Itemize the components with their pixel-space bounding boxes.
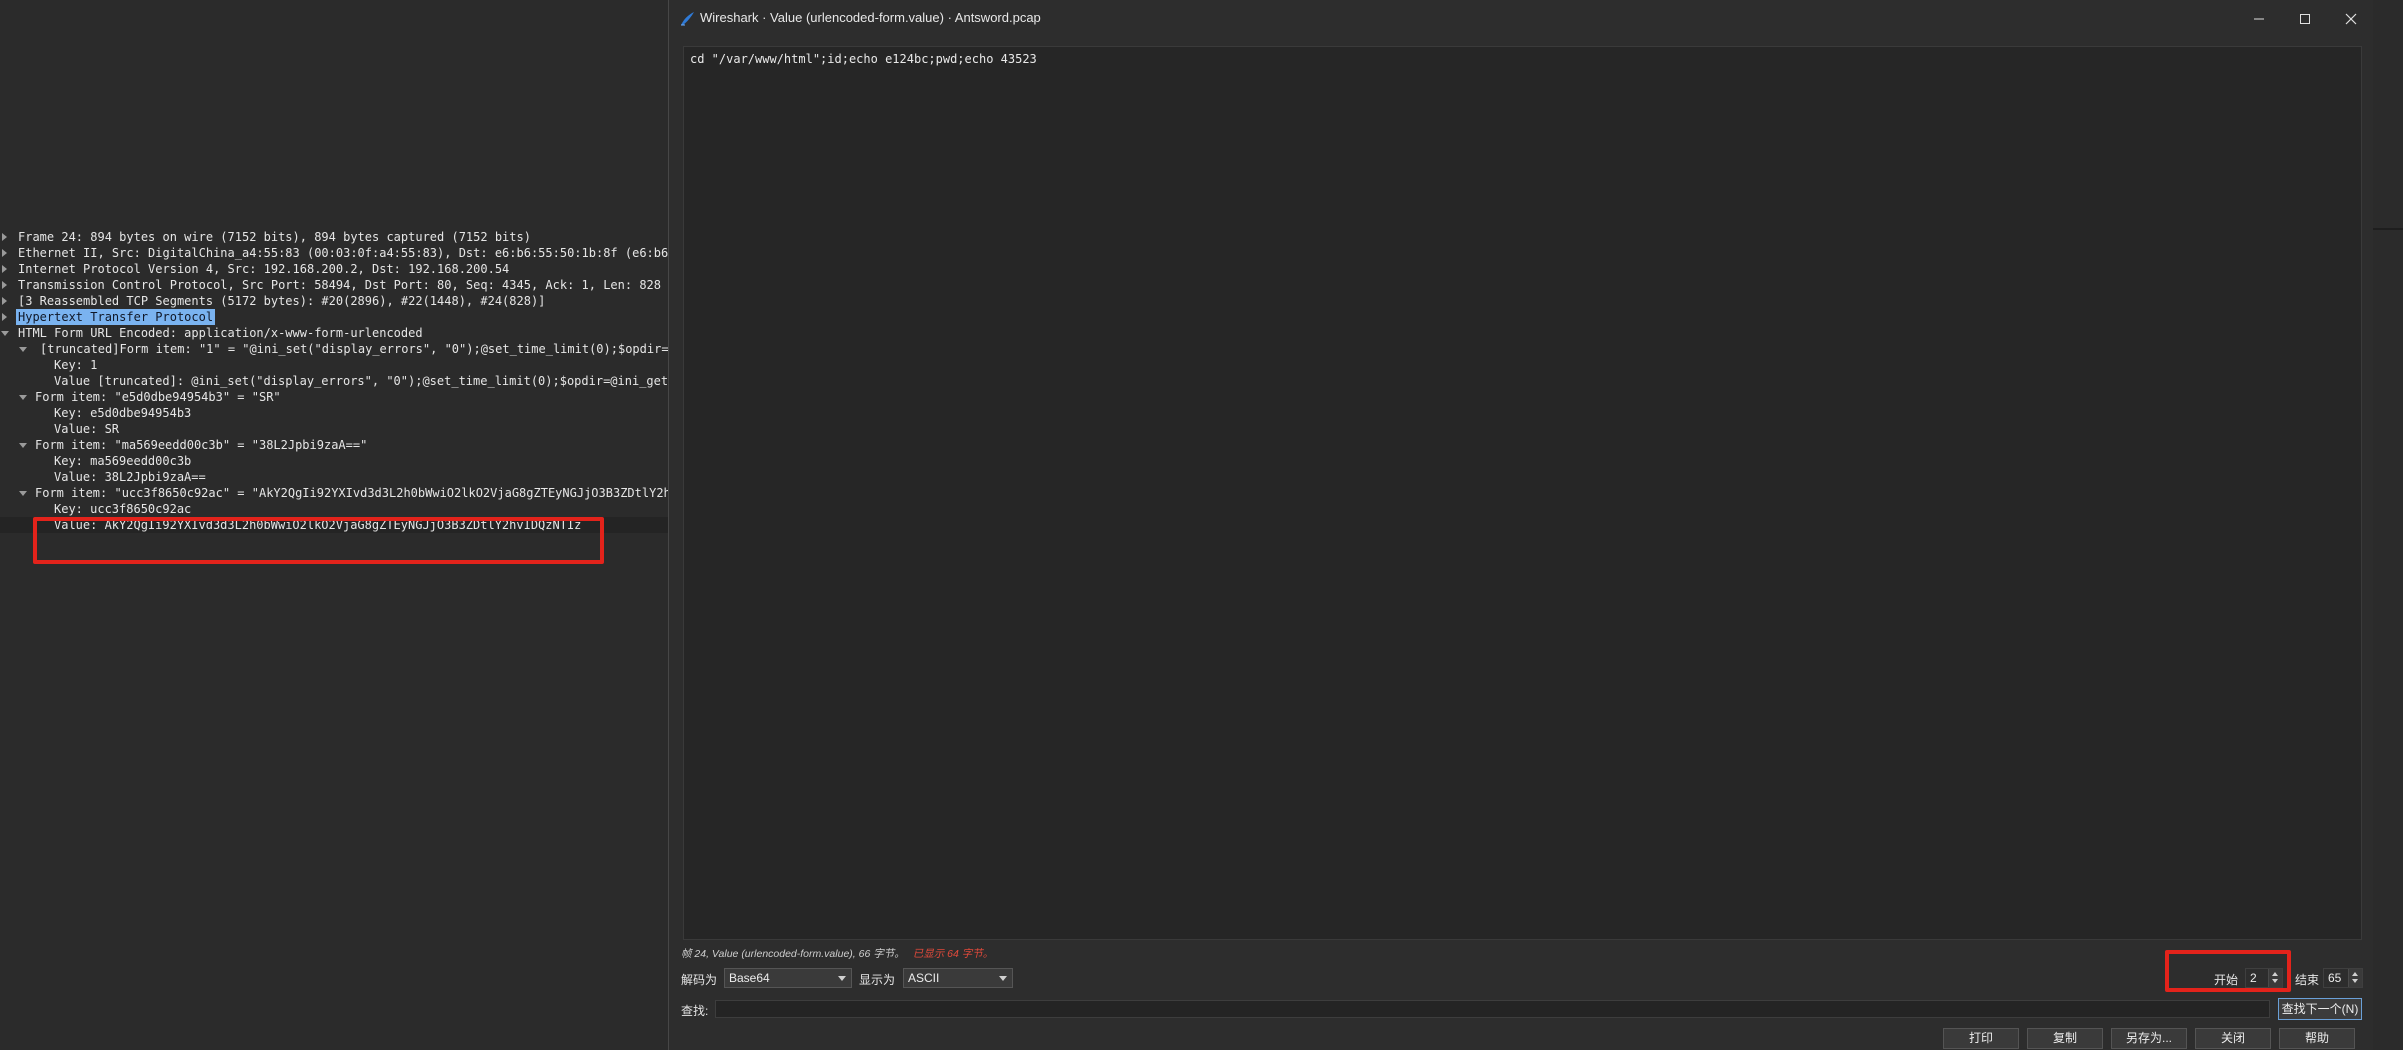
collapse-arrow-icon[interactable] <box>18 341 28 357</box>
spin-arrows-icon[interactable] <box>2348 969 2362 987</box>
tree-row-value[interactable]: Value: 38L2Jpbi9zaA== <box>0 469 668 485</box>
title-bar[interactable]: Wireshark · Value (urlencoded-form.value… <box>669 0 2374 38</box>
background-window-edge <box>2373 0 2403 1050</box>
tree-row-label: Key: e5d0dbe94954b3 <box>54 406 192 420</box>
status-warning: 已显示 64 字节。 <box>912 948 994 960</box>
tree-row-label: [3 Reassembled TCP Segments (5172 bytes)… <box>18 294 546 308</box>
close-button[interactable] <box>2328 0 2374 38</box>
tree-row-label: Ethernet II, Src: DigitalChina_a4:55:83 … <box>18 246 668 260</box>
decode-as-value: Base64 <box>729 971 770 985</box>
tree-row-form-item[interactable]: [truncated]Form item: "1" = "@ini_set("d… <box>0 341 668 357</box>
screen: Frame 24: 894 bytes on wire (7152 bits),… <box>0 0 2403 1050</box>
decode-as-label: 解码为 <box>681 973 718 987</box>
save-as-button[interactable]: 另存为... <box>2111 1028 2187 1049</box>
dialog-title: Wireshark · Value (urlencoded-form.value… <box>700 10 1041 25</box>
show-as-label: 显示为 <box>859 973 896 987</box>
collapse-arrow-icon[interactable] <box>18 389 28 405</box>
maximize-icon <box>2300 14 2310 24</box>
end-spinbox[interactable]: 65 <box>2323 968 2363 988</box>
copy-button[interactable]: 复制 <box>2027 1028 2103 1049</box>
tree-row-label: Value [truncated]: @ini_set("display_err… <box>54 374 668 388</box>
decoded-text-area[interactable]: cd "/var/www/html";id;echo e124bc;pwd;ec… <box>683 46 2362 940</box>
tree-row-label: Form item: "ma569eedd00c3b" = "38L2Jpbi9… <box>35 438 368 452</box>
tree-row-value[interactable]: Value: SR <box>0 421 668 437</box>
end-value: 65 <box>2328 971 2342 985</box>
show-as-value: ASCII <box>908 971 940 985</box>
tree-row-key[interactable]: Key: 1 <box>0 357 668 373</box>
find-input[interactable] <box>715 1000 2270 1018</box>
tree-row-label: HTML Form URL Encoded: application/x-www… <box>18 326 423 340</box>
help-button[interactable]: 帮助 <box>2279 1028 2355 1049</box>
packet-details-tree: Frame 24: 894 bytes on wire (7152 bits),… <box>0 229 668 559</box>
tree-row-label: Key: ma569eedd00c3b <box>54 454 192 468</box>
tree-row-label: Form item: "e5d0dbe94954b3" = "SR" <box>35 390 281 404</box>
tree-row-label: [truncated]Form item: "1" = "@ini_set("d… <box>40 342 668 356</box>
tree-row-label: Internet Protocol Version 4, Src: 192.16… <box>18 262 510 276</box>
highlight-annotation <box>33 517 604 564</box>
tree-row-form-encoded[interactable]: HTML Form URL Encoded: application/x-www… <box>0 325 668 341</box>
tree-row-form-item[interactable]: Form item: "ma569eedd00c3b" = "38L2Jpbi9… <box>0 437 668 453</box>
tree-row-reassembled[interactable]: [3 Reassembled TCP Segments (5172 bytes)… <box>0 293 668 309</box>
tree-row-http[interactable]: Hypertext Transfer Protocol <box>0 309 668 325</box>
tree-row-label: Key: ucc3f8650c92ac <box>54 502 192 516</box>
tree-row-label: Value: 38L2Jpbi9zaA== <box>54 470 206 484</box>
tree-row-tcp[interactable]: Transmission Control Protocol, Src Port:… <box>0 277 668 293</box>
status-text: 帧 24, Value (urlencoded-form.value), 66 … <box>681 948 905 960</box>
tree-row-frame[interactable]: Frame 24: 894 bytes on wire (7152 bits),… <box>0 229 668 245</box>
find-next-button[interactable]: 查找下一个(N) <box>2278 998 2362 1020</box>
tree-row-form-item[interactable]: Form item: "ucc3f8650c92ac" = "AkY2QgIi9… <box>0 485 668 501</box>
status-line: 帧 24, Value (urlencoded-form.value), 66 … <box>681 946 993 961</box>
minimize-icon <box>2254 18 2264 20</box>
tree-row-key[interactable]: Key: e5d0dbe94954b3 <box>0 405 668 421</box>
end-label: 结束 <box>2295 973 2320 987</box>
expand-arrow-icon[interactable] <box>0 245 10 261</box>
minimize-button[interactable] <box>2236 0 2282 38</box>
maximize-button[interactable] <box>2282 0 2328 38</box>
close-dialog-button[interactable]: 关闭 <box>2195 1028 2271 1049</box>
highlight-annotation <box>2165 950 2291 992</box>
value-dialog: Wireshark · Value (urlencoded-form.value… <box>668 0 2375 1050</box>
expand-arrow-icon[interactable] <box>0 293 10 309</box>
collapse-arrow-icon[interactable] <box>18 437 28 453</box>
expand-arrow-icon[interactable] <box>0 261 10 277</box>
tree-row-label: Transmission Control Protocol, Src Port:… <box>18 278 661 292</box>
tree-row-label: Hypertext Transfer Protocol <box>16 309 216 325</box>
tree-row-label: Value: SR <box>54 422 120 436</box>
show-as-select[interactable]: ASCII <box>903 968 1013 988</box>
tree-row-label: Key: 1 <box>54 358 98 372</box>
wireshark-fin-icon <box>681 12 694 26</box>
tree-row-ip[interactable]: Internet Protocol Version 4, Src: 192.16… <box>0 261 668 277</box>
tree-row-ethernet[interactable]: Ethernet II, Src: DigitalChina_a4:55:83 … <box>0 245 668 261</box>
print-button[interactable]: 打印 <box>1943 1028 2019 1049</box>
find-label: 查找: <box>681 1004 709 1018</box>
decoded-content: cd "/var/www/html";id;echo e124bc;pwd;ec… <box>690 52 1037 66</box>
decode-as-select[interactable]: Base64 <box>724 968 852 988</box>
chevron-down-icon <box>999 976 1007 981</box>
tree-row-key[interactable]: Key: ma569eedd00c3b <box>0 453 668 469</box>
collapse-arrow-icon[interactable] <box>0 325 10 341</box>
collapse-arrow-icon[interactable] <box>18 485 28 501</box>
tree-row-label: Form item: "ucc3f8650c92ac" = "AkY2QgIi9… <box>35 486 668 500</box>
expand-arrow-icon[interactable] <box>0 229 10 245</box>
chevron-down-icon <box>838 976 846 981</box>
tree-row-value[interactable]: Value [truncated]: @ini_set("display_err… <box>0 373 668 389</box>
tree-row-key[interactable]: Key: ucc3f8650c92ac <box>0 501 668 517</box>
tree-row-form-item[interactable]: Form item: "e5d0dbe94954b3" = "SR" <box>0 389 668 405</box>
expand-arrow-icon[interactable] <box>0 277 10 293</box>
close-icon <box>2345 13 2357 25</box>
tree-row-label: Frame 24: 894 bytes on wire (7152 bits),… <box>18 230 531 244</box>
expand-arrow-icon[interactable] <box>0 309 10 325</box>
